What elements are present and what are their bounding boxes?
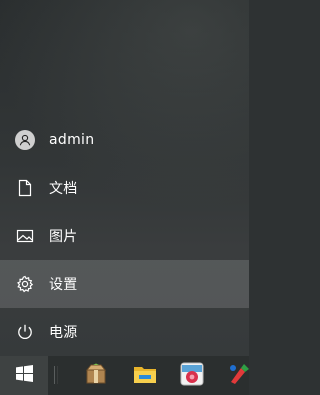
taskbar-app-photo[interactable] [178,362,206,390]
windows-logo-icon [15,365,33,386]
package-icon [84,363,108,389]
start-menu-panel: admin 文档 图片 设置 电源 [0,0,249,356]
paint-icon [227,362,251,390]
menu-item-power[interactable]: 电源 [0,308,249,356]
start-button[interactable] [0,356,48,395]
menu-item-label: 设置 [49,277,78,293]
taskbar [0,356,249,395]
taskbar-app-package[interactable] [82,362,110,390]
gear-icon [15,274,35,294]
menu-item-label: 电源 [49,325,78,341]
user-icon [15,130,35,150]
power-icon [15,322,35,342]
menu-item-label: 图片 [49,229,78,245]
menu-item-settings[interactable]: 设置 [0,260,249,308]
file-explorer-icon [133,363,157,389]
image-icon [15,226,35,246]
taskbar-app-file-explorer[interactable] [131,362,159,390]
menu-item-label: admin [49,132,95,148]
taskbar-divider [54,366,58,384]
menu-item-documents[interactable]: 文档 [0,164,249,212]
photo-app-icon [180,362,204,390]
menu-item-label: 文档 [49,181,78,197]
taskbar-app-paint[interactable] [225,362,253,390]
document-icon [15,178,35,198]
menu-item-pictures[interactable]: 图片 [0,212,249,260]
menu-item-account[interactable]: admin [0,116,249,164]
